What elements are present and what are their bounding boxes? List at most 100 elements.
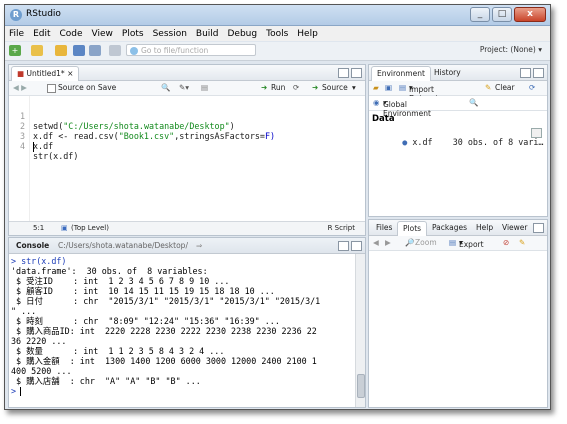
main-toolbar: + Go to file/function Project: (None) ▾ [5,42,550,61]
rerun-icon[interactable]: ⟳ [293,83,299,92]
menu-build[interactable]: Build [196,29,219,39]
console-line: $ 数量 : int 1 1 2 3 5 8 4 3 2 4 ... [11,346,225,356]
remove-plot-icon[interactable]: ⊘ [503,238,509,247]
pane-maximize-icon[interactable] [351,241,362,251]
expand-icon[interactable]: ● [402,137,407,147]
environment-toolbar: ▰ ▣ ▤ Import Dataset ▾ ✎ Clear ⟳ [369,81,547,103]
title-bar: R RStudio _ □ x [5,5,550,26]
pane-maximize-icon[interactable] [533,68,544,78]
view-data-icon[interactable] [531,128,542,138]
run-button[interactable]: Run [271,83,285,92]
console-line: $ 購入金額 : int 1300 1400 1200 6000 3000 12… [11,356,317,366]
clear-plots-icon[interactable]: ✎ [519,238,525,247]
tab-plots[interactable]: Plots [397,221,428,236]
source-pane: ■ Untitled1* × ◀ ▶ Source on Save 🔍 ✎▾ ▤… [8,64,366,236]
go-to-directory-icon[interactable]: ⇒ [191,239,207,253]
tab-close-icon[interactable]: × [67,69,73,78]
menu-edit[interactable]: Edit [33,29,50,39]
source-on-save-checkbox[interactable] [47,84,56,93]
tab-history[interactable]: History [429,66,466,80]
project-label: Project: (None) [479,45,536,54]
tab-help[interactable]: Help [471,221,498,235]
editor-toolbar: ◀ ▶ Source on Save 🔍 ✎▾ ▤ ➜ Run ⟳ ➜ Sour… [9,81,365,96]
console-line: " ... [11,306,37,316]
save-icon[interactable] [73,45,85,56]
load-workspace-icon[interactable]: ▰ [373,83,379,92]
tab-files[interactable]: Files [371,221,397,235]
pane-minimize-icon[interactable] [520,68,531,78]
scope-label[interactable]: (Top Level) [71,224,109,232]
console-output[interactable]: > str(x.df) 'data.frame': 30 obs. of 8 v… [9,254,355,407]
clear-button[interactable]: Clear [495,83,515,92]
menu-file[interactable]: File [9,29,24,39]
run-icon[interactable]: ➜ [261,83,267,92]
editor-status-bar: 5:1 ▣ (Top Level) R Script [9,221,365,235]
code-tools-icon[interactable]: ✎▾ [179,83,189,92]
menu-code[interactable]: Code [60,29,83,39]
code-editor[interactable]: 1 setwd("C:/Users/shota.watanabe/Desktop… [9,96,365,221]
r-globe-icon: ◉ [373,98,380,107]
refresh-icon[interactable]: ⟳ [529,83,535,92]
open-file-icon[interactable] [55,45,67,56]
console-scrollbar[interactable] [355,254,365,407]
console-line: $ 顧客ID : int 10 14 15 11 15 19 15 18 18 … [11,286,275,296]
tab-untitled1[interactable]: ■ Untitled1* × [11,66,80,81]
pane-maximize-icon[interactable] [351,68,362,78]
scope-selector[interactable]: Global Environment ▾ [383,98,431,118]
console-title: Console [16,241,50,250]
var-name: x.df [412,137,433,147]
environment-row[interactable]: ● x.df 30 obs. of 8 vari… [372,127,543,157]
menu-help[interactable]: Help [297,29,318,39]
save-workspace-icon[interactable]: ▣ [385,83,392,92]
console-scroll-thumb[interactable] [357,374,365,398]
search-icon[interactable]: 🔍 [161,83,170,92]
source-icon[interactable]: ➜ [312,83,318,92]
print-icon[interactable] [109,45,121,56]
close-button[interactable]: x [514,7,546,22]
source-button[interactable]: Source [322,83,348,92]
export-icon[interactable]: ▤ [449,238,456,247]
clear-icon[interactable]: ✎ [485,83,491,92]
tab-environment[interactable]: Environment [371,66,431,81]
tab-packages[interactable]: Packages [427,221,472,235]
zoom-icon[interactable]: 🔎 [405,238,414,247]
menu-session[interactable]: Session [153,29,187,39]
back-icon[interactable]: ◀ ▶ [13,83,27,92]
file-type-label[interactable]: R Script [328,224,355,232]
menu-plots[interactable]: Plots [122,29,144,39]
minimize-button[interactable]: _ [470,7,490,22]
environment-pane: Environment History ▰ ▣ ▤ Import Dataset… [368,64,548,217]
maximize-button[interactable]: □ [492,7,512,22]
menu-tools[interactable]: Tools [266,29,288,39]
source-dropdown-icon[interactable]: ▾ [352,83,356,92]
source-on-save-label: Source on Save [58,83,117,92]
plot-forward-icon[interactable]: ▶ [385,238,391,247]
menu-debug[interactable]: Debug [228,29,258,39]
console-cursor [20,387,21,396]
cursor-position: 5:1 [33,224,45,232]
console-line: $ 受注ID : int 1 2 3 4 5 6 7 8 9 10 ... [11,276,230,286]
files-plots-pane: Files Plots Packages Help Viewer ◀ ▶ 🔎 Z… [368,219,548,408]
menu-view[interactable]: View [92,29,113,39]
export-button[interactable]: Export ▾ [459,238,484,249]
pane-minimize-icon[interactable] [338,241,349,251]
console-prompt[interactable]: > [11,386,16,396]
zoom-button[interactable]: Zoom [415,238,437,247]
new-file-icon[interactable]: + [9,45,21,56]
import-dataset-icon[interactable]: ▤ [399,83,406,92]
console-pane: Console C:/Users/shota.watanabe/Desktop/… [8,237,366,408]
goto-icon [130,47,138,55]
pane-minimize-icon[interactable] [338,68,349,78]
import-dataset-button[interactable]: Import Dataset ▾ [409,83,438,103]
var-desc: 30 obs. of 8 vari… [452,137,544,147]
open-project-icon[interactable] [31,45,43,56]
pane-minimize-icon[interactable] [533,223,544,233]
goto-file-input[interactable]: Go to file/function [126,44,256,56]
window-title: RStudio [26,9,61,19]
plot-back-icon[interactable]: ◀ [373,238,379,247]
compile-report-icon[interactable]: ▤ [201,83,208,92]
project-menu[interactable]: Project: (None) ▾ [480,45,542,54]
save-all-icon[interactable] [89,45,101,56]
tab-viewer[interactable]: Viewer [497,221,533,235]
search-icon[interactable]: 🔍 [469,98,478,107]
